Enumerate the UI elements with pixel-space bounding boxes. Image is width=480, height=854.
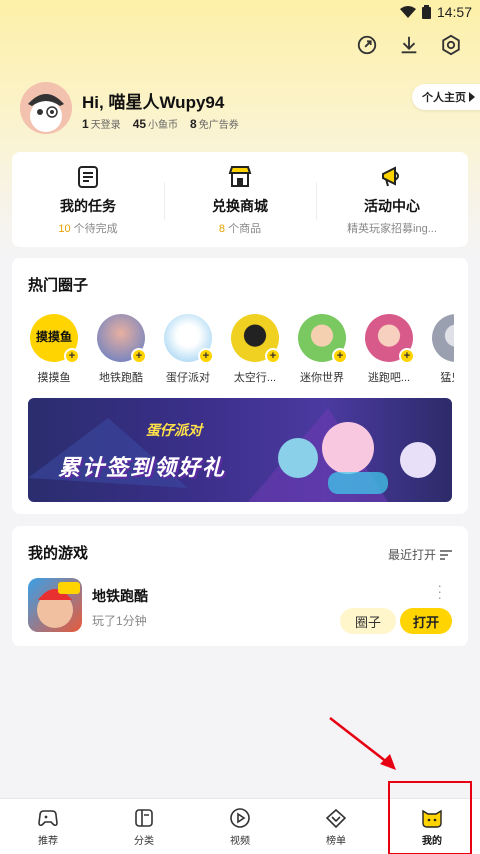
join-plus-icon: + <box>64 348 80 364</box>
join-plus-icon: + <box>131 348 147 364</box>
circle-item-subway[interactable]: + 地铁跑酷 <box>93 314 149 390</box>
circle-avatar: 摸摸鱼 + <box>30 314 80 364</box>
greeting: Hi, 喵星人Wupy94 <box>82 93 225 112</box>
banner-logo: 蛋仔派对 <box>146 422 202 438</box>
game-name: 地铁跑酷 <box>92 588 148 604</box>
top-actions <box>356 34 462 56</box>
circle-item-ghost[interactable]: 猛鬼... <box>428 314 454 390</box>
stat-login-days: 1 天登录 <box>82 117 121 131</box>
status-bar: 14:57 <box>0 0 480 24</box>
circle-list: 摸摸鱼 + 摸摸鱼 + 地铁跑酷 + 蛋仔派对 + 太空行... + 迷你世界 … <box>26 314 454 390</box>
hot-circles-title: 热门圈子 <box>28 277 89 294</box>
chevron-right-icon <box>469 92 475 102</box>
ranking-icon <box>325 808 347 828</box>
wifi-icon <box>399 6 416 18</box>
circle-item-eggy-party[interactable]: + 蛋仔派对 <box>160 314 216 390</box>
gamepad-icon <box>38 809 58 826</box>
quick-actions-card: 我的任务 10 个待完成 兑换商城 8 个商品 活动中心 精英玩家招募ing..… <box>12 152 468 247</box>
circle-item-escape[interactable]: + 逃跑吧... <box>361 314 417 390</box>
video-play-icon <box>230 807 250 828</box>
join-plus-icon: + <box>265 348 281 364</box>
personal-home-button[interactable]: 个人主页 <box>412 84 480 110</box>
tab-video[interactable]: 视频 <box>192 799 288 854</box>
bottom-tab-bar: 推荐 分类 视频 榜单 我的 <box>0 781 480 854</box>
my-games-title: 我的游戏 <box>28 545 89 562</box>
store-icon <box>228 165 252 187</box>
circle-avatar: + <box>365 314 415 364</box>
category-icon <box>135 808 153 827</box>
tab-mine[interactable]: 我的 <box>384 781 480 854</box>
sort-icon <box>440 549 452 560</box>
circle-item-mini-world[interactable]: + 迷你世界 <box>294 314 350 390</box>
avatar[interactable] <box>20 82 72 134</box>
megaphone-icon <box>382 165 399 186</box>
hot-circles-card: 热门圈子 摸摸鱼 + 摸摸鱼 + 地铁跑酷 + 蛋仔派对 + 太空行... + … <box>12 258 468 514</box>
circle-avatar <box>432 314 454 362</box>
download-icon[interactable] <box>398 34 420 56</box>
task-list-icon <box>78 165 98 188</box>
tab-category[interactable]: 分类 <box>96 799 192 854</box>
annotation-arrow <box>329 717 396 770</box>
game-circle-button[interactable]: 圈子 <box>340 608 396 634</box>
promo-banner[interactable]: 蛋仔派对 累计签到领好礼 <box>28 398 452 502</box>
game-playtime: 玩了1分钟 <box>92 614 147 628</box>
activity-center-button[interactable]: 活动中心 精英玩家招募ing... <box>316 152 468 247</box>
cat-face-icon <box>422 809 442 828</box>
sort-recent-button[interactable]: 最近打开 <box>388 546 452 563</box>
exchange-store-button[interactable]: 兑换商城 8 个商品 <box>164 152 316 247</box>
circle-avatar: + <box>164 314 214 364</box>
circle-item-space[interactable]: + 太空行... <box>227 314 283 390</box>
profile-stats: 1 天登录 45 小鱼币 8 免广告券 <box>82 116 239 131</box>
profile-section: Hi, 喵星人Wupy94 1 天登录 45 小鱼币 8 免广告券 个人主页 <box>20 82 480 134</box>
my-games-card: 我的游戏 最近打开 地铁跑酷 玩了1分钟 · · · 圈子 打开 <box>12 526 468 646</box>
status-time: 14:57 <box>436 4 472 20</box>
game-icon-subway[interactable] <box>28 578 82 632</box>
my-tasks-button[interactable]: 我的任务 10 个待完成 <box>12 152 164 247</box>
stat-ad-free-coupons: 8 免广告券 <box>190 117 239 131</box>
circle-avatar: + <box>298 314 348 364</box>
tab-recommend[interactable]: 推荐 <box>0 799 96 854</box>
game-open-button[interactable]: 打开 <box>400 608 452 634</box>
refresh-icon[interactable] <box>356 34 378 56</box>
more-options-icon[interactable]: · · · <box>437 578 442 604</box>
join-plus-icon: + <box>198 348 214 364</box>
circle-avatar: + <box>231 314 281 364</box>
join-plus-icon: + <box>399 348 415 364</box>
circle-avatar: + <box>97 314 147 364</box>
join-plus-icon: + <box>332 348 348 364</box>
battery-icon <box>421 5 431 19</box>
settings-icon[interactable] <box>440 34 462 56</box>
banner-headline: 累计签到领好礼 <box>58 455 227 480</box>
tab-ranking[interactable]: 榜单 <box>288 799 384 854</box>
stat-fish-coins: 45 小鱼币 <box>132 117 179 131</box>
circle-item-moyu[interactable]: 摸摸鱼 + 摸摸鱼 <box>26 314 82 390</box>
